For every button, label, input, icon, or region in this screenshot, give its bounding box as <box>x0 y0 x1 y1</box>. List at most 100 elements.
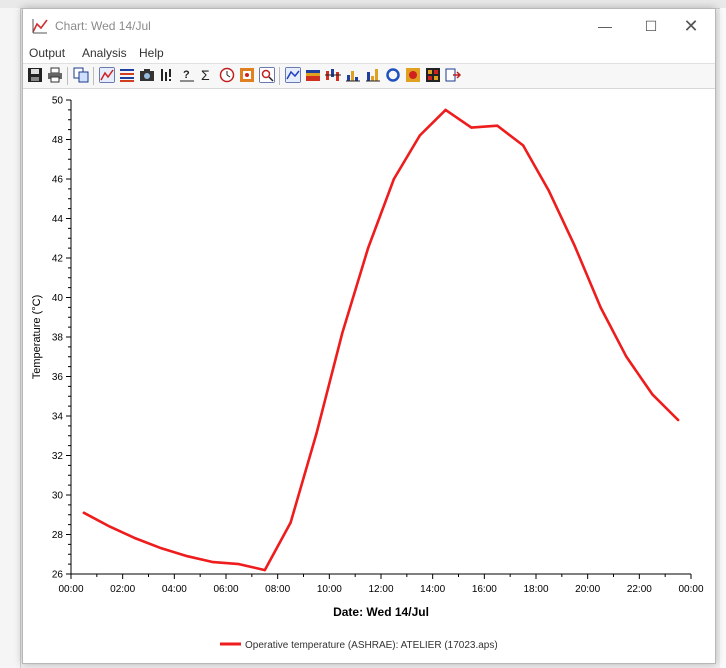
y-axis-label: Temperature (°C) <box>31 295 43 379</box>
x-tick-label: 02:00 <box>110 584 135 595</box>
data-point <box>470 126 473 129</box>
grid-heatmap-icon[interactable] <box>425 67 441 83</box>
y-tick-label: 42 <box>52 254 64 265</box>
y-axis: 26 28 30 32 34 36 38 40 42 44 46 48 50 <box>52 96 72 581</box>
data-point <box>82 511 86 514</box>
camera-icon[interactable] <box>139 67 155 83</box>
x-tick-label: 06:00 <box>213 584 238 595</box>
data-point <box>599 306 602 309</box>
chart-app-icon <box>32 19 48 34</box>
chart-toolbar: ? Σ <box>23 63 715 89</box>
column-chart-icon[interactable] <box>365 67 381 83</box>
question-axis-icon[interactable]: ? <box>179 67 195 83</box>
x-tick-label: 10:00 <box>317 584 342 595</box>
y-tick-label: 32 <box>52 451 64 462</box>
save-icon[interactable] <box>27 67 43 83</box>
line-chart-icon[interactable] <box>99 67 115 83</box>
y-tick-label: 34 <box>52 412 64 423</box>
chart-window: Chart: Wed 14/Jul — ☐ ✕ Output Analysis … <box>22 8 716 664</box>
y-tick-label: 44 <box>52 214 64 225</box>
menu-output[interactable]: Output <box>29 46 65 60</box>
export-icon[interactable] <box>445 67 461 83</box>
data-point <box>444 108 447 112</box>
legend-label: Operative temperature (ASHRAE): ATELIER … <box>245 640 498 651</box>
data-point <box>418 134 421 137</box>
data-point <box>392 177 396 181</box>
heatmap-icon[interactable] <box>405 67 421 83</box>
close-button[interactable]: ✕ <box>675 15 707 37</box>
data-point <box>237 562 241 566</box>
clock-icon[interactable] <box>219 67 235 83</box>
data-point <box>573 244 576 248</box>
x-tick-label: 22:00 <box>627 584 652 595</box>
y-tick-label: 48 <box>52 135 64 146</box>
data-point <box>625 355 628 358</box>
ring-icon[interactable] <box>385 67 401 83</box>
menu-help[interactable]: Help <box>139 46 164 60</box>
toolbar-separator <box>67 67 68 85</box>
x-tick-label: 08:00 <box>265 584 290 595</box>
toolbar-separator <box>93 67 94 85</box>
toolbar-separator <box>279 67 280 85</box>
minimize-button[interactable]: — <box>589 15 621 37</box>
stacked-area-icon[interactable] <box>305 67 321 83</box>
temperature-chart: 26 28 30 32 34 36 38 40 42 44 46 48 50 00:00 02:00 04:… <box>31 96 704 652</box>
x-tick-label: 04:00 <box>162 584 187 595</box>
bar-marker-icon[interactable] <box>159 67 175 83</box>
data-point <box>289 521 292 524</box>
data-point <box>160 547 163 550</box>
y-tick-label: 38 <box>52 333 64 344</box>
data-point <box>315 432 318 435</box>
x-axis-label: Date: Wed 14/Jul <box>333 605 429 619</box>
y-tick-label: 40 <box>52 293 64 304</box>
data-point <box>651 393 654 396</box>
series-line-operative-temperature <box>82 108 680 572</box>
series-group <box>82 108 680 572</box>
zoom-chart-icon[interactable] <box>259 67 275 83</box>
x-tick-label: 20:00 <box>575 584 600 595</box>
data-point <box>676 418 680 422</box>
copy-icon[interactable] <box>73 67 89 83</box>
data-point <box>547 189 551 193</box>
svg-text:Σ: Σ <box>201 67 210 83</box>
title-bar[interactable]: Chart: Wed 14/Jul — ☐ ✕ <box>23 9 715 43</box>
menu-analysis[interactable]: Analysis <box>82 46 127 60</box>
data-point <box>108 525 111 528</box>
x-tick-label: 14:00 <box>420 584 445 595</box>
maximize-button[interactable]: ☐ <box>635 15 667 37</box>
data-point <box>211 560 215 564</box>
y-tick-label: 26 <box>52 570 64 581</box>
x-tick-label: 12:00 <box>368 584 393 595</box>
data-point <box>134 537 137 540</box>
svg-text:?: ? <box>183 69 190 81</box>
data-point <box>366 246 370 250</box>
background-app-edge <box>720 8 726 668</box>
x-tick-label: 00:00 <box>678 584 703 595</box>
x-tick-label: 18:00 <box>523 584 548 595</box>
data-point <box>186 555 189 558</box>
menu-bar: Output Analysis Help <box>23 43 715 63</box>
x-axis: 00:00 02:00 04:00 06:00 08:00 10:00 12:00 14:00… <box>58 573 704 595</box>
data-point <box>496 124 499 127</box>
legend: Operative temperature (ASHRAE): ATELIER … <box>220 640 498 651</box>
stop-frame-icon[interactable] <box>239 67 255 83</box>
background-app-panel <box>0 8 21 668</box>
print-icon[interactable] <box>47 67 63 83</box>
x-tick-label: 16:00 <box>472 584 497 595</box>
chart-area: 26 28 30 32 34 36 38 40 42 44 46 48 50 00:00 02:00 04:… <box>23 89 715 663</box>
data-point <box>341 331 344 335</box>
y-tick-label: 28 <box>52 530 64 541</box>
y-tick-label: 46 <box>52 175 64 186</box>
sigma-icon[interactable]: Σ <box>199 67 215 83</box>
line-chart-2-icon[interactable] <box>285 67 301 83</box>
data-point <box>263 568 266 572</box>
floating-bar-icon[interactable] <box>325 67 341 83</box>
table-icon[interactable] <box>119 67 135 83</box>
y-tick-label: 30 <box>52 491 64 502</box>
y-tick-label: 36 <box>52 372 64 383</box>
y-tick-label: 50 <box>52 96 64 107</box>
bar-chart-icon[interactable] <box>345 67 361 83</box>
data-point <box>521 144 525 147</box>
x-tick-label: 00:00 <box>58 584 83 595</box>
window-title: Chart: Wed 14/Jul <box>55 19 151 33</box>
